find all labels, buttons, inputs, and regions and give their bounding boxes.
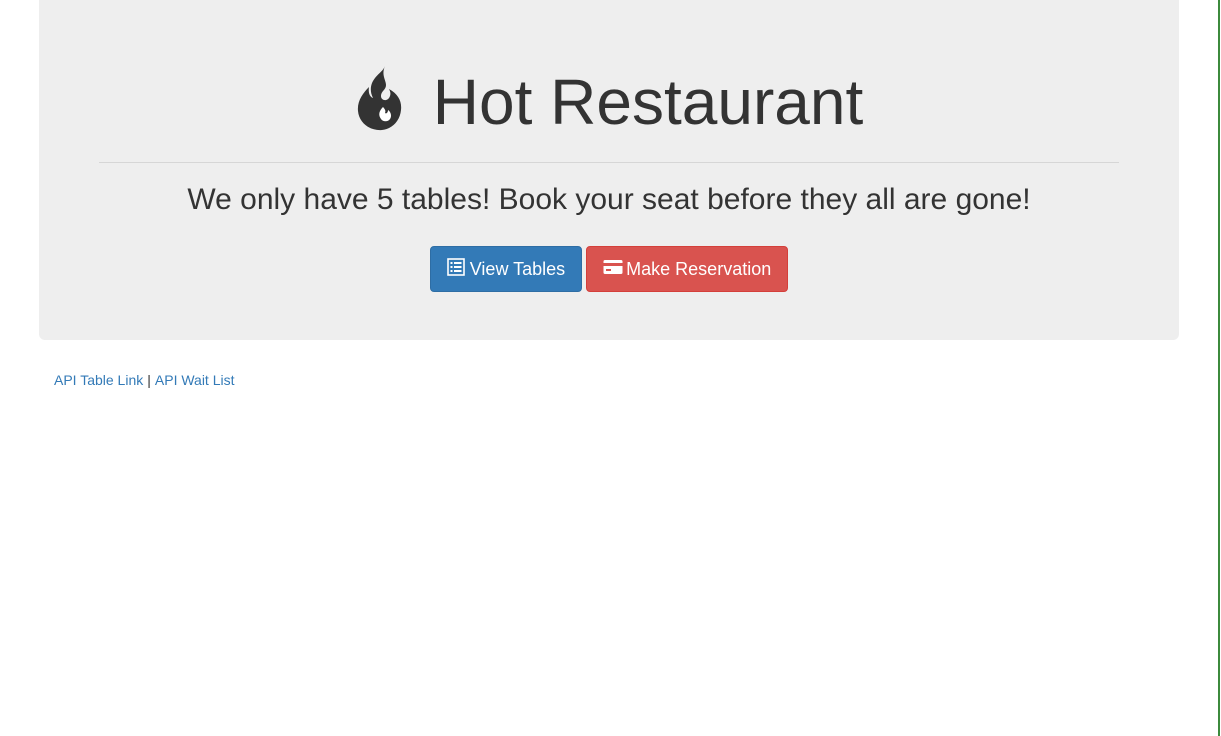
window-edge	[1218, 0, 1220, 736]
subtitle: We only have 5 tables! Book your seat be…	[187, 183, 1031, 216]
view-tables-button[interactable]: View Tables	[429, 246, 583, 292]
credit-card-icon	[603, 258, 623, 276]
api-wait-list-link[interactable]: API Wait List	[155, 372, 235, 388]
view-tables-label: View Tables	[469, 258, 566, 279]
button-row: View Tables Make Reservation	[39, 246, 1179, 292]
api-table-link[interactable]: API Table Link	[54, 372, 143, 388]
jumbotron: Hot Restaurant We only have 5 tables! Bo…	[39, 0, 1179, 340]
make-reservation-label: Make Reservation	[626, 258, 772, 279]
footer-links: API Table Link | API Wait List	[54, 371, 235, 389]
link-separator: |	[147, 372, 151, 388]
fire-icon	[355, 65, 413, 131]
divider	[99, 162, 1119, 163]
list-icon	[446, 258, 465, 276]
page-title: Hot Restaurant	[39, 62, 1179, 142]
make-reservation-button[interactable]: Make Reservation	[586, 246, 789, 292]
title-text: Hot Restaurant	[432, 66, 864, 138]
page: Hot Restaurant We only have 5 tables! Bo…	[0, 0, 1221, 736]
